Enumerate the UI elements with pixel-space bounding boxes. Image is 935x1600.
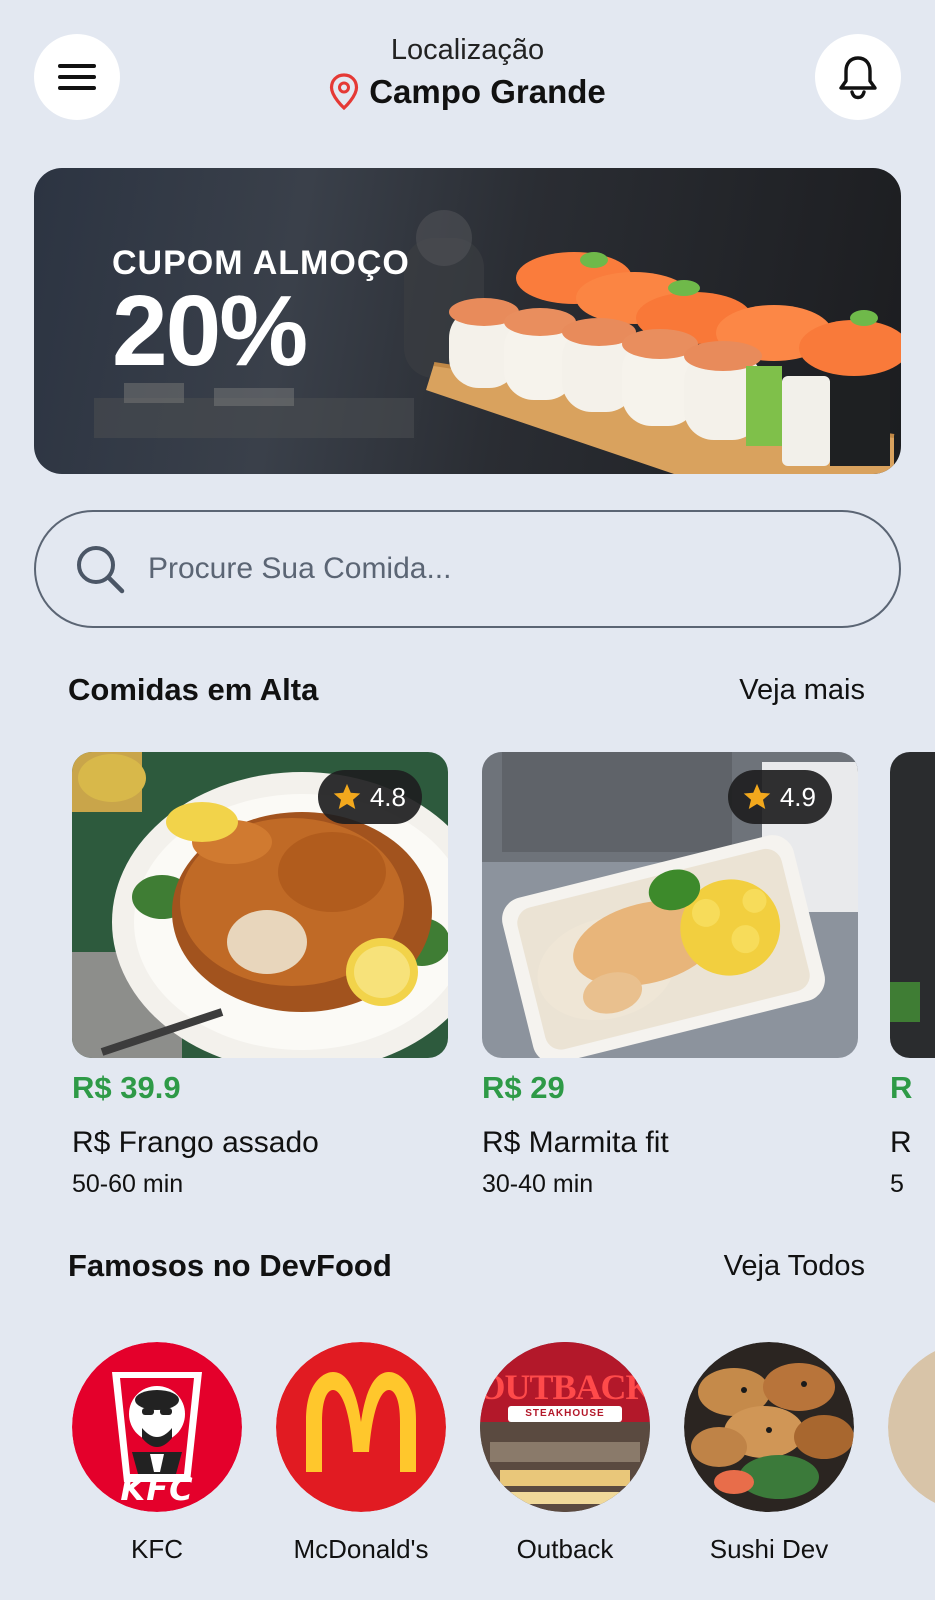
search-bar[interactable] [34, 510, 901, 628]
food-delivery-time: 50-60 min [72, 1170, 184, 1198]
trending-food-list[interactable]: 4.8 R$ 39.9 R$ Frango assado 50-60 min 4… [72, 752, 935, 1212]
famous-header: Famosos no DevFood Veja Todos [68, 1248, 865, 1284]
food-name: R$ Frango assado [72, 1126, 319, 1159]
notifications-button[interactable] [815, 34, 901, 120]
food-image[interactable]: 4.8 [72, 752, 448, 1058]
rating-value: 4.9 [779, 781, 816, 812]
search-icon [77, 546, 125, 594]
food-card-marmita[interactable]: 4.9 R$ 29 R$ Marmita fit 30-40 min [482, 752, 858, 1199]
star-icon [743, 783, 771, 809]
food-name: R$ Marmita fit [482, 1126, 669, 1159]
food-image-partial [890, 752, 935, 1058]
mcdonalds-logo-image [276, 1342, 446, 1512]
food-card-frango[interactable]: 4.8 R$ 39.9 R$ Frango assado 50-60 min [72, 752, 448, 1199]
food-delivery-time: 30-40 min [482, 1170, 594, 1198]
trending-see-more-link[interactable]: Veja mais [739, 674, 865, 707]
restaurant-name: Sushi Dev [709, 1534, 829, 1562]
restaurant-outback[interactable]: OUTBACK STEAKHOUSE Outback [480, 1342, 650, 1562]
outback-logo-subtext: STEAKHOUSE [525, 1408, 605, 1419]
mcdonalds-logo[interactable] [276, 1342, 446, 1512]
restaurant-mcdonalds[interactable]: McDonald's [276, 1342, 446, 1562]
sushi-dev-logo[interactable] [684, 1342, 854, 1512]
food-image[interactable] [890, 752, 935, 1058]
outback-logo-text: OUTBACK [480, 1367, 650, 1407]
location-row[interactable]: Campo Grande [0, 73, 935, 111]
food-name: R [890, 1126, 912, 1159]
rating-value: 4.8 [369, 781, 406, 812]
restaurant-sushi-dev[interactable]: Sushi Dev [684, 1342, 854, 1562]
bell-icon [839, 56, 877, 100]
food-image[interactable]: 4.9 [482, 752, 858, 1058]
restaurant-name: McDonald's [293, 1534, 429, 1562]
outback-logo[interactable]: OUTBACK STEAKHOUSE [480, 1342, 650, 1512]
restaurant-name: KFC [131, 1534, 183, 1562]
food-price: R$ 29 [482, 1070, 565, 1105]
banner-text: CUPOM ALMOÇO 20% [112, 244, 410, 387]
location-city: Campo Grande [369, 73, 606, 110]
kfc-logo-text: KFC [120, 1470, 194, 1508]
restaurant-kfc[interactable]: KFC KFC [72, 1342, 242, 1562]
famous-see-all-link[interactable]: Veja Todos [724, 1250, 865, 1283]
food-delivery-time: 5 [890, 1170, 904, 1198]
rating-badge: 4.9 [727, 770, 832, 824]
banner-percent: 20% [112, 275, 308, 387]
app-screen: Localização Campo Grande CUPOM ALMOÇO 20… [0, 0, 935, 1600]
map-pin-icon [330, 73, 359, 111]
restaurant-logo-partial-image [888, 1350, 935, 1504]
restaurant-logo-partial[interactable] [888, 1342, 935, 1512]
star-icon [333, 783, 361, 809]
kfc-logo[interactable]: KFC [72, 1342, 242, 1512]
restaurant-name: Outback [516, 1534, 614, 1562]
location-header[interactable]: Localização Campo Grande [0, 34, 935, 111]
trending-title: Comidas em Alta [68, 672, 319, 707]
search-input[interactable] [148, 552, 848, 586]
restaurant-partial[interactable] [888, 1342, 935, 1512]
rating-badge: 4.8 [317, 770, 422, 824]
sushi-dev-logo-image [684, 1342, 854, 1512]
location-label: Localização [390, 34, 545, 66]
food-price: R$ 39.9 [72, 1070, 181, 1105]
promo-banner[interactable]: CUPOM ALMOÇO 20% [34, 168, 901, 474]
famous-restaurant-list[interactable]: KFC KFC McDonald's OUTBACK STEAKHOUSE Ou… [72, 1342, 935, 1562]
food-price: R [890, 1070, 913, 1105]
food-card-partial[interactable]: R R 5 [890, 752, 935, 1199]
trending-header: Comidas em Alta Veja mais [68, 672, 865, 708]
famous-title: Famosos no DevFood [68, 1248, 392, 1283]
